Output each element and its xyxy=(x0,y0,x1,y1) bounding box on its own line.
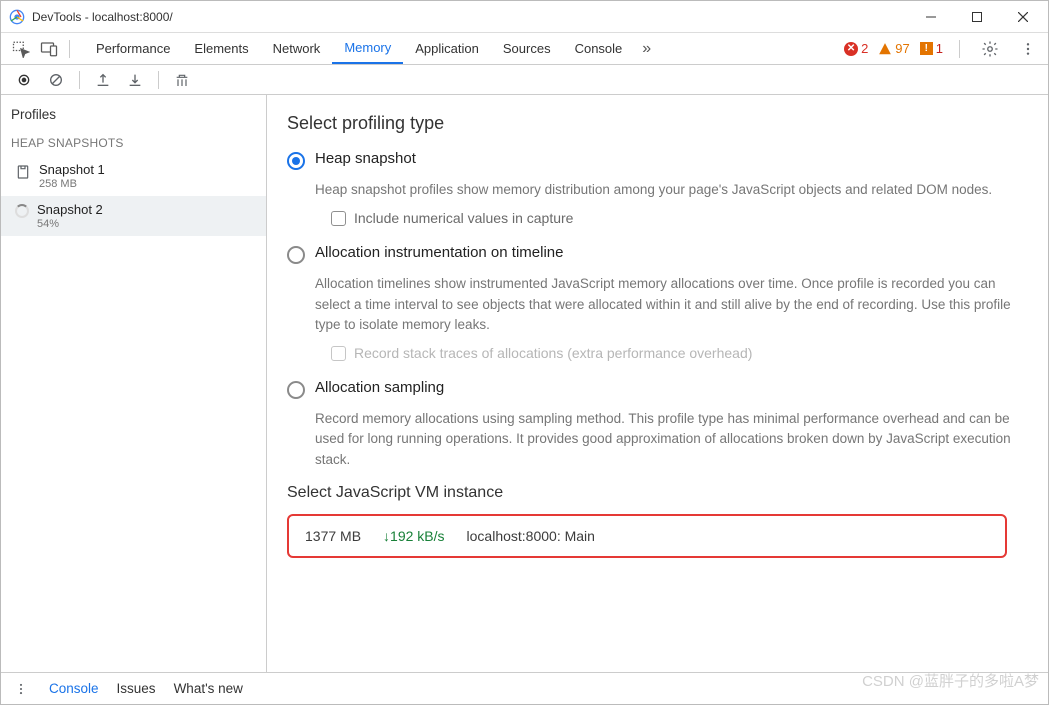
warning-icon xyxy=(878,42,892,56)
checkbox-icon[interactable] xyxy=(331,211,346,226)
close-button[interactable] xyxy=(1000,1,1046,32)
device-toolbar-icon[interactable] xyxy=(35,35,63,63)
option-heap-snapshot[interactable]: Heap snapshot xyxy=(287,150,1022,170)
checkbox-icon[interactable] xyxy=(331,346,346,361)
profiles-sidebar: Profiles HEAP SNAPSHOTS Snapshot 1 258 M… xyxy=(1,95,267,672)
vm-size: 1377 MB xyxy=(305,528,361,544)
option-description: Record memory allocations using sampling… xyxy=(315,409,1022,470)
option-label: Allocation sampling xyxy=(315,379,444,396)
profiling-heading: Select profiling type xyxy=(287,113,1022,134)
down-arrow-icon: ↓ xyxy=(383,528,390,544)
memory-toolbar xyxy=(1,65,1048,95)
profiling-content: Select profiling type Heap snapshot Heap… xyxy=(267,95,1048,672)
main-tab-bar: Performance Elements Network Memory Appl… xyxy=(1,33,1048,65)
snapshot-item[interactable]: Snapshot 2 54% xyxy=(1,196,266,236)
save-profile-icon[interactable] xyxy=(120,66,150,94)
drawer-tab-console[interactable]: Console xyxy=(49,681,99,696)
loading-spinner-icon xyxy=(15,204,29,218)
window-titlebar: DevTools - localhost:8000/ xyxy=(1,1,1048,33)
snapshot-progress: 54% xyxy=(37,218,103,230)
option-label: Heap snapshot xyxy=(315,150,416,167)
snapshot-name: Snapshot 2 xyxy=(37,202,103,217)
option-description: Heap snapshot profiles show memory distr… xyxy=(315,180,1022,200)
drawer-tabs: Console Issues What's new xyxy=(1,672,1048,704)
heap-snapshot-icon xyxy=(15,164,31,180)
sub-option-label: Record stack traces of allocations (extr… xyxy=(354,345,752,361)
more-options-icon[interactable] xyxy=(1014,41,1042,57)
garbage-collect-icon[interactable] xyxy=(167,66,197,94)
radio-icon[interactable] xyxy=(287,246,305,264)
tab-network[interactable]: Network xyxy=(261,33,333,64)
snapshot-item[interactable]: Snapshot 1 258 MB xyxy=(1,156,266,196)
tab-performance[interactable]: Performance xyxy=(84,33,182,64)
tab-elements[interactable]: Elements xyxy=(182,33,260,64)
vm-instance-row[interactable]: 1377 MB ↓192 kB/s localhost:8000: Main xyxy=(287,514,1007,558)
option-description: Allocation timelines show instrumented J… xyxy=(315,274,1022,335)
tab-console[interactable]: Console xyxy=(563,33,635,64)
panel-tabs: Performance Elements Network Memory Appl… xyxy=(84,33,659,64)
radio-icon[interactable] xyxy=(287,152,305,170)
tab-memory[interactable]: Memory xyxy=(332,33,403,64)
drawer-tab-issues[interactable]: Issues xyxy=(117,681,156,696)
snapshot-size: 258 MB xyxy=(39,178,105,190)
window-title: DevTools - localhost:8000/ xyxy=(32,10,173,24)
vm-rate: 192 kB/s xyxy=(390,528,444,544)
snapshot-name: Snapshot 1 xyxy=(39,162,105,177)
option-allocation-timeline[interactable]: Allocation instrumentation on timeline xyxy=(287,244,1022,264)
warning-count[interactable]: 97 xyxy=(878,41,909,56)
sidebar-header: Profiles xyxy=(1,101,266,130)
status-counters: ✕2 97 !1 xyxy=(844,40,1048,58)
vm-heading: Select JavaScript VM instance xyxy=(287,484,1022,502)
error-count[interactable]: ✕2 xyxy=(844,41,868,56)
sub-option[interactable]: Record stack traces of allocations (extr… xyxy=(331,345,1022,361)
error-icon: ✕ xyxy=(844,42,858,56)
vm-target: localhost:8000: Main xyxy=(467,528,595,544)
tab-application[interactable]: Application xyxy=(403,33,491,64)
sub-option[interactable]: Include numerical values in capture xyxy=(331,210,1022,226)
minimize-button[interactable] xyxy=(908,1,954,32)
drawer-menu-icon[interactable] xyxy=(11,682,31,696)
chrome-devtools-icon xyxy=(9,9,25,25)
load-profile-icon[interactable] xyxy=(88,66,118,94)
tab-sources[interactable]: Sources xyxy=(491,33,563,64)
record-button[interactable] xyxy=(9,66,39,94)
issue-icon: ! xyxy=(920,42,933,55)
sub-option-label: Include numerical values in capture xyxy=(354,210,573,226)
issue-count[interactable]: !1 xyxy=(920,41,943,56)
maximize-button[interactable] xyxy=(954,1,1000,32)
settings-icon[interactable] xyxy=(976,40,1004,58)
more-tabs-icon[interactable]: » xyxy=(634,40,659,58)
clear-button[interactable] xyxy=(41,66,71,94)
radio-icon[interactable] xyxy=(287,381,305,399)
sidebar-category: HEAP SNAPSHOTS xyxy=(1,130,266,156)
option-label: Allocation instrumentation on timeline xyxy=(315,244,563,261)
drawer-tab-whats-new[interactable]: What's new xyxy=(174,681,243,696)
option-allocation-sampling[interactable]: Allocation sampling xyxy=(287,379,1022,399)
inspect-element-icon[interactable] xyxy=(7,35,35,63)
